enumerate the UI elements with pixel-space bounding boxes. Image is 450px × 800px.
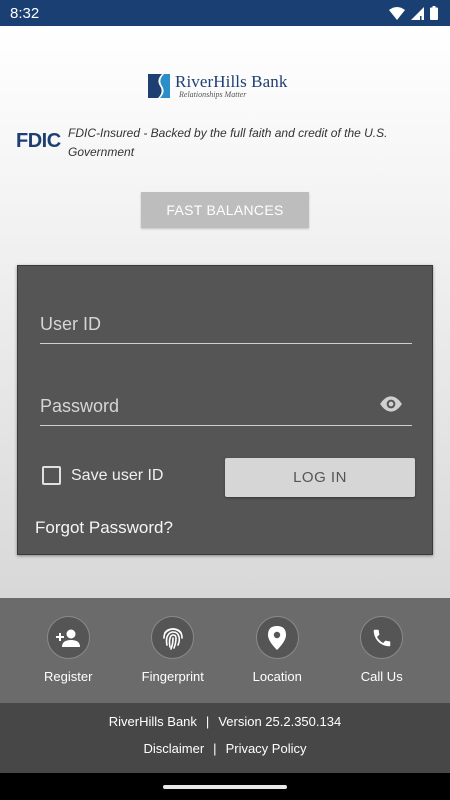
call-us-label: Call Us (360, 669, 403, 684)
signal-icon (411, 6, 424, 20)
location-icon-circle (255, 616, 299, 659)
register-label: Register (44, 669, 93, 684)
footer-version: Version 25.2.350.134 (218, 714, 342, 729)
location-label: Location (252, 669, 302, 684)
fingerprint-icon-circle (151, 616, 195, 659)
register-icon-circle (46, 616, 90, 659)
status-icons (389, 6, 438, 20)
footer-separator-2: | (213, 741, 217, 756)
user-id-input[interactable]: User ID (40, 300, 412, 344)
action-bar: Register Fingerprint Location Call Us (0, 598, 450, 703)
fast-balances-button[interactable]: FAST BALANCES (141, 192, 309, 228)
location-pin-icon (268, 625, 287, 650)
fdic-notice: FDIC FDIC-Insured - Backed by the full f… (16, 124, 436, 162)
bank-logo: RiverHills Bank Relationships Matter (146, 72, 306, 100)
location-button[interactable]: Location (232, 598, 322, 703)
login-card: User ID Password Save user ID LOG IN For… (17, 265, 433, 555)
status-bar: 8:32 (0, 0, 450, 26)
wifi-icon (389, 6, 405, 20)
eye-icon[interactable] (378, 391, 404, 417)
fdic-logo: FDIC (16, 130, 61, 152)
phone-icon (373, 629, 390, 646)
save-user-id-label: Save user ID (71, 466, 164, 484)
privacy-policy-link[interactable]: Privacy Policy (226, 741, 307, 756)
home-gesture-handle[interactable] (163, 785, 287, 789)
fingerprint-icon (162, 627, 183, 650)
footer: RiverHills Bank | Version 25.2.350.134 Dis… (0, 703, 450, 773)
add-user-icon (56, 629, 81, 647)
bank-name: RiverHills Bank (175, 72, 288, 91)
password-input[interactable]: Password (40, 382, 412, 426)
bank-logo-mark-icon (148, 74, 170, 98)
bank-tagline: Relationships Matter (179, 90, 247, 99)
battery-icon (430, 6, 438, 20)
forgot-password-link[interactable]: Forgot Password? (35, 518, 173, 538)
footer-bank-name: RiverHills Bank (108, 714, 197, 729)
fingerprint-button[interactable]: Fingerprint (128, 598, 218, 703)
status-time: 8:32 (10, 4, 40, 22)
footer-separator: | (205, 714, 210, 729)
footer-links: Disclaimer | Privacy Policy (0, 741, 450, 756)
system-nav-bar (0, 773, 450, 800)
fdic-text: FDIC-Insured - Backed by the full faith … (68, 126, 388, 159)
fingerprint-label: Fingerprint (141, 669, 204, 684)
log-in-button[interactable]: LOG IN (225, 458, 415, 497)
call-us-button[interactable]: Call Us (337, 598, 427, 703)
register-button[interactable]: Register (23, 598, 113, 703)
password-placeholder: Password (40, 396, 120, 416)
disclaimer-link[interactable]: Disclaimer (144, 741, 205, 756)
user-id-placeholder: User ID (40, 314, 102, 334)
footer-version-line: RiverHills Bank | Version 25.2.350.134 (0, 714, 450, 729)
call-us-icon-circle (360, 616, 404, 659)
save-user-id-checkbox[interactable] (42, 466, 61, 485)
save-user-id-row[interactable]: Save user ID (42, 466, 163, 485)
